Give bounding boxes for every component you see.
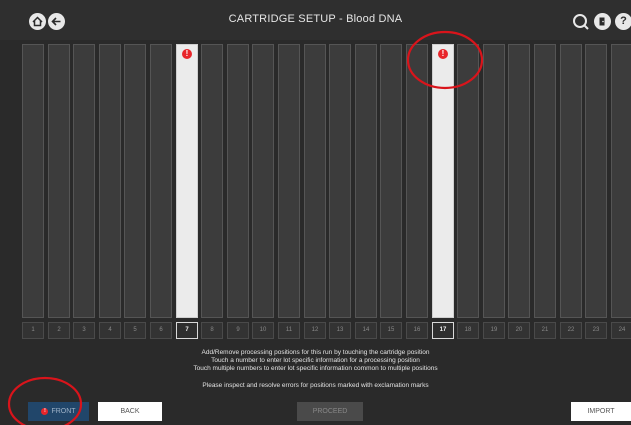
cartridge-slot-17[interactable]: !: [432, 44, 454, 318]
instruction-line-3: Touch multiple numbers to enter lot spec…: [193, 365, 438, 372]
proceed-button-label: PROCEED: [312, 408, 348, 415]
help-icon[interactable]: ?: [615, 13, 631, 30]
position-number-21[interactable]: 21: [534, 322, 556, 339]
position-number-16[interactable]: 16: [406, 322, 428, 339]
page-title: CARTRIDGE SETUP - Blood DNA: [228, 13, 403, 25]
position-number-9[interactable]: 9: [227, 322, 249, 339]
cartridge-slot-8[interactable]: [201, 44, 223, 318]
cartridge-slot-24[interactable]: [611, 44, 631, 318]
error-badge-icon: !: [41, 408, 49, 415]
instructions: Add/Remove processing positions for this…: [0, 349, 631, 373]
exclamation-icon: !: [182, 49, 192, 59]
cartridge-slot-19[interactable]: [483, 44, 505, 318]
position-number-18[interactable]: 18: [457, 322, 479, 339]
cartridge-slot-10[interactable]: [252, 44, 274, 318]
position-number-6[interactable]: 6: [150, 322, 172, 339]
exclamation-icon: !: [438, 49, 448, 59]
position-number-19[interactable]: 19: [483, 322, 505, 339]
logout-icon[interactable]: [594, 13, 611, 30]
position-number-13[interactable]: 13: [329, 322, 351, 339]
cartridge-slot-5[interactable]: [124, 44, 146, 318]
cartridge-slot-9[interactable]: [227, 44, 249, 318]
position-number-row: 1 2 3 4 5 6 7 8 9 10 11 12 13 14 15 16 17 18 19 20 21 22 23 24: [22, 322, 631, 342]
title-bar: CARTRIDGE SETUP - Blood DNA ?: [0, 0, 631, 40]
position-number-2[interactable]: 2: [48, 322, 70, 339]
position-number-3[interactable]: 3: [73, 322, 95, 339]
position-number-1[interactable]: 1: [22, 322, 44, 339]
cartridge-slot-11[interactable]: [278, 44, 300, 318]
cartridge-slot-13[interactable]: [329, 44, 351, 318]
cartridge-slot-15[interactable]: [380, 44, 402, 318]
back-button[interactable]: BACK: [98, 402, 162, 421]
cartridge-slot-23[interactable]: [585, 44, 607, 318]
front-button-label: FRONT: [51, 408, 76, 415]
cartridge-slot-20[interactable]: [508, 44, 530, 318]
cartridge-slot-21[interactable]: [534, 44, 556, 318]
front-button[interactable]: ! FRONT: [28, 402, 89, 421]
cartridge-grid: !!: [22, 44, 631, 320]
cartridge-slot-12[interactable]: [304, 44, 326, 318]
position-number-4[interactable]: 4: [99, 322, 121, 339]
error-warning-text: Please inspect and resolve errors for po…: [202, 382, 429, 389]
position-number-15[interactable]: 15: [380, 322, 402, 339]
position-number-10[interactable]: 10: [252, 322, 274, 339]
cartridge-slot-14[interactable]: [355, 44, 377, 318]
cartridge-slot-1[interactable]: [22, 44, 44, 318]
instruction-line-2: Touch a number to enter lot specific inf…: [211, 357, 420, 364]
cartridge-slot-7[interactable]: !: [176, 44, 198, 318]
position-number-22[interactable]: 22: [560, 322, 582, 339]
back-button-label: BACK: [120, 408, 140, 415]
search-refresh-icon[interactable]: [572, 13, 590, 31]
position-number-23[interactable]: 23: [585, 322, 607, 339]
position-number-5[interactable]: 5: [124, 322, 146, 339]
cartridge-slot-22[interactable]: [560, 44, 582, 318]
position-number-17[interactable]: 17: [432, 322, 454, 339]
cartridge-slot-2[interactable]: [48, 44, 70, 318]
position-number-24[interactable]: 24: [611, 322, 631, 339]
cartridge-slot-6[interactable]: [150, 44, 172, 318]
cartridge-slot-18[interactable]: [457, 44, 479, 318]
instruction-line-1: Add/Remove processing positions for this…: [201, 349, 430, 356]
position-number-8[interactable]: 8: [201, 322, 223, 339]
position-number-20[interactable]: 20: [508, 322, 530, 339]
import-button[interactable]: IMPORT: [571, 402, 631, 421]
position-number-14[interactable]: 14: [355, 322, 377, 339]
position-number-7[interactable]: 7: [176, 322, 198, 339]
proceed-button[interactable]: PROCEED: [297, 402, 363, 421]
position-number-11[interactable]: 11: [278, 322, 300, 339]
position-number-12[interactable]: 12: [304, 322, 326, 339]
import-button-label: IMPORT: [587, 408, 615, 415]
cartridge-slot-4[interactable]: [99, 44, 121, 318]
cartridge-slot-16[interactable]: [406, 44, 428, 318]
cartridge-slot-3[interactable]: [73, 44, 95, 318]
